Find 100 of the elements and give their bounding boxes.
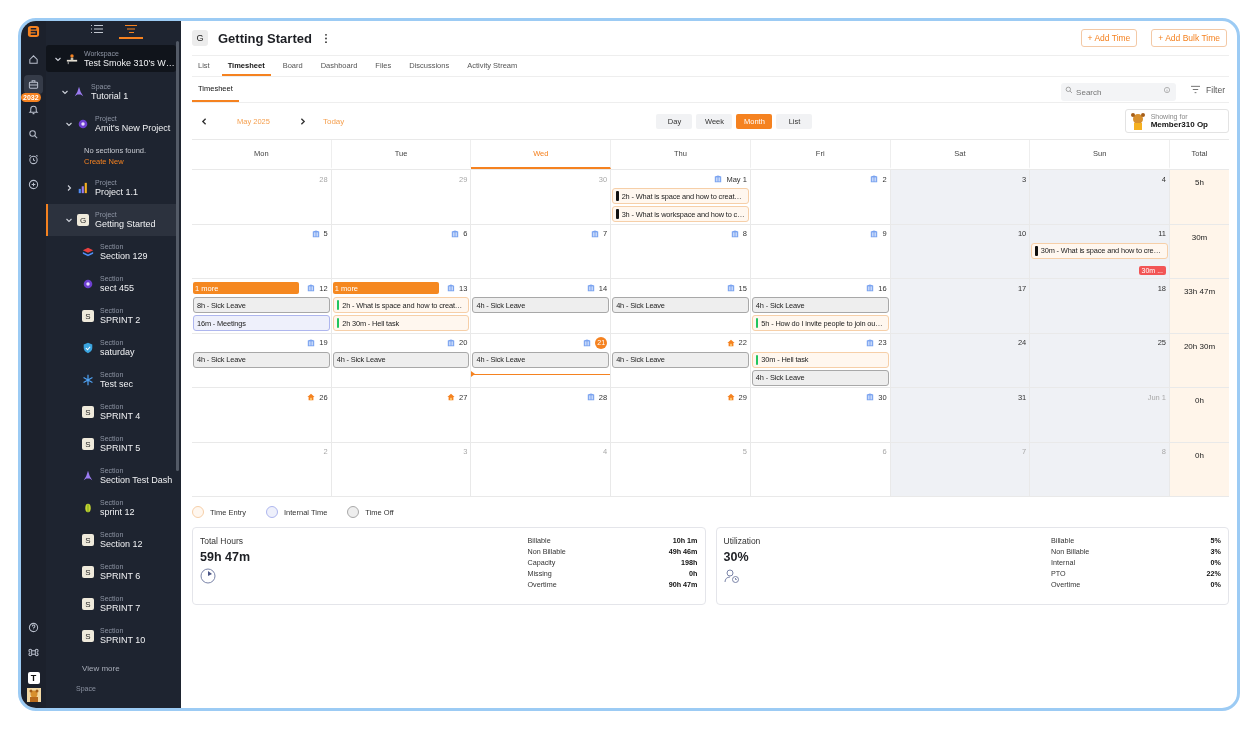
filter-label[interactable]: Filter [1206, 84, 1225, 95]
view-more-link[interactable]: View more [46, 664, 176, 673]
item-name: sprint 12 [100, 507, 135, 517]
help-icon[interactable] [28, 622, 39, 633]
item-name: SPRINT 5 [100, 443, 141, 453]
briefcase-icon[interactable] [28, 79, 39, 90]
pie-chart-icon [200, 568, 216, 584]
week-total: 0h [1170, 388, 1229, 442]
item-name: Test Smoke 310's W… [84, 57, 175, 68]
shield-icon [82, 342, 94, 354]
more-icon[interactable] [323, 32, 328, 44]
office-icon [730, 229, 739, 238]
orb-icon [82, 278, 94, 290]
item-name: saturday [100, 347, 135, 357]
rocket-icon [73, 86, 85, 98]
page-title: Getting Started [218, 30, 312, 46]
office-icon [866, 393, 875, 401]
home-icon [447, 393, 456, 401]
office-icon [447, 284, 456, 292]
office-icon [307, 284, 316, 292]
office-icon [726, 284, 735, 292]
letter-avatar: S [82, 534, 94, 546]
card-value: 30% [723, 550, 750, 564]
info-icon [1163, 85, 1172, 94]
scrollbar[interactable] [176, 41, 179, 471]
item-name: Section 12 [100, 539, 143, 549]
item-name: Amit's New Project [95, 123, 171, 133]
plus-icon[interactable] [28, 179, 39, 190]
letter-avatar: S [82, 438, 94, 450]
card-title: Utilization [723, 536, 762, 546]
filter-icon[interactable] [1190, 85, 1202, 94]
office-icon [866, 338, 875, 347]
chevron-right-icon[interactable] [65, 184, 73, 192]
office-icon [870, 229, 879, 238]
desk-icon [66, 52, 78, 65]
week-total: 30m [1170, 224, 1229, 278]
outline-icon[interactable] [123, 24, 138, 34]
alarm-clock-icon[interactable] [28, 154, 39, 165]
home-icon [726, 338, 735, 347]
item-name: Section 129 [100, 251, 148, 261]
legend-swatch [347, 506, 360, 518]
office-icon [590, 229, 599, 238]
letter-avatar: S [82, 310, 94, 322]
sidebar-nav-button[interactable] [24, 75, 43, 94]
office-icon [586, 393, 595, 401]
card-title: Total Hours [200, 536, 244, 546]
letter-avatar: S [82, 406, 94, 418]
item-name: SPRINT 4 [100, 411, 141, 421]
letter-avatar: S [82, 598, 94, 610]
leaf-icon [82, 502, 94, 514]
chevron-down-icon[interactable] [61, 88, 69, 96]
user-avatar[interactable]: T [27, 672, 40, 684]
search-field[interactable]: Search [1061, 83, 1177, 101]
snowflake-icon [82, 374, 94, 386]
item-name: SPRINT 6 [100, 571, 141, 581]
item-name: SPRINT 10 [100, 635, 146, 645]
search-icon[interactable] [28, 129, 39, 140]
chevron-down-icon[interactable] [65, 216, 73, 224]
search-icon [1065, 85, 1074, 94]
bar-chart-icon [77, 182, 89, 194]
project-avatar: G [192, 30, 208, 46]
week-total: 20h 30m [1170, 333, 1229, 387]
layers-icon [82, 246, 94, 258]
legend-swatch [192, 506, 204, 518]
user-clock-icon [723, 568, 740, 584]
item-name: Getting Started [95, 219, 156, 229]
office-icon [870, 175, 879, 183]
home-icon[interactable] [28, 54, 39, 65]
week-total: 0h [1170, 442, 1229, 496]
office-icon [307, 338, 316, 347]
week-total: 33h 47m [1170, 279, 1229, 333]
item-name: Test sec [100, 379, 133, 389]
rocket-icon [82, 470, 94, 482]
card-value: 59h 47m [200, 550, 252, 564]
letter-avatar: S [82, 630, 94, 642]
item-name: SPRINT 2 [100, 315, 141, 325]
item-name: Project 1.1 [95, 187, 139, 197]
office-icon [583, 338, 592, 347]
item-name: Tutorial 1 [91, 91, 129, 101]
chevron-left-icon[interactable] [200, 116, 209, 126]
bell-icon[interactable] [28, 104, 39, 115]
office-icon [451, 229, 460, 238]
office-icon [447, 338, 456, 347]
office-icon [311, 229, 320, 238]
office-icon [866, 284, 875, 292]
home-icon [307, 393, 316, 401]
item-name: SPRINT 7 [100, 603, 141, 613]
home-icon [726, 393, 735, 401]
logo-icon[interactable] [27, 25, 40, 38]
item-name: sect 455 [100, 283, 135, 293]
week-total: 5h [1170, 170, 1229, 224]
letter-avatar: S [82, 566, 94, 578]
chevron-down-icon[interactable] [65, 120, 73, 128]
member-name: Member310 Op [1150, 120, 1208, 129]
item-name: Section Test Dash [100, 475, 173, 485]
orb-icon [77, 118, 89, 130]
command-icon[interactable] [28, 647, 39, 658]
letter-avatar: G [77, 214, 89, 226]
list-icon[interactable] [89, 24, 104, 34]
legend-swatch [266, 506, 278, 518]
